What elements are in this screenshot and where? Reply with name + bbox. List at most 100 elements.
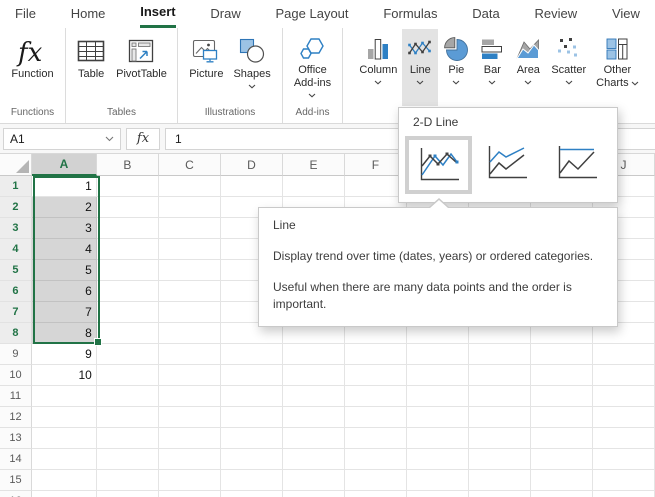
cell-G16[interactable] [407,491,469,497]
cell-E11[interactable] [283,386,345,407]
tab-draw[interactable]: Draw [210,0,240,28]
cell-A10[interactable]: 10 [32,365,97,386]
cell-A9[interactable]: 9 [32,344,97,365]
cell-D15[interactable] [221,470,283,491]
cell-A1[interactable]: 1 [32,176,97,197]
row-header-3[interactable]: 3 [0,218,32,239]
cell-C13[interactable] [159,428,221,449]
row-header-9[interactable]: 9 [0,344,32,365]
cell-C16[interactable] [159,491,221,497]
cell-D13[interactable] [221,428,283,449]
cell-D1[interactable] [221,176,283,197]
tab-data[interactable]: Data [472,0,499,28]
cell-I14[interactable] [531,449,593,470]
cell-E10[interactable] [283,365,345,386]
cell-A15[interactable] [32,470,97,491]
cell-G14[interactable] [407,449,469,470]
cell-B6[interactable] [97,281,159,302]
cell-B2[interactable] [97,197,159,218]
column-header-A[interactable]: A [32,154,97,176]
line-chart-option[interactable] [405,136,472,194]
cell-H9[interactable] [469,344,531,365]
cell-B1[interactable] [97,176,159,197]
row-header-10[interactable]: 10 [0,365,32,386]
pivottable-button[interactable]: PivotTable [111,29,172,106]
cell-J15[interactable] [593,470,655,491]
cell-I16[interactable] [531,491,593,497]
cell-C2[interactable] [159,197,221,218]
row-header-4[interactable]: 4 [0,239,32,260]
cell-A2[interactable]: 2 [32,197,97,218]
cell-J9[interactable] [593,344,655,365]
cell-I12[interactable] [531,407,593,428]
cell-F14[interactable] [345,449,407,470]
insert-function-button[interactable]: fx [126,128,160,150]
cell-C10[interactable] [159,365,221,386]
cell-A11[interactable] [32,386,97,407]
column-chart-button[interactable]: Column [354,29,402,106]
cell-F15[interactable] [345,470,407,491]
cell-H16[interactable] [469,491,531,497]
function-button[interactable]: fx Function [6,29,58,106]
cell-G9[interactable] [407,344,469,365]
cell-H11[interactable] [469,386,531,407]
cell-B16[interactable] [97,491,159,497]
select-all-button[interactable] [0,154,32,176]
cell-C4[interactable] [159,239,221,260]
cell-H12[interactable] [469,407,531,428]
row-header-2[interactable]: 2 [0,197,32,218]
scatter-chart-button[interactable]: Scatter [546,29,591,106]
chevron-down-icon[interactable] [105,136,114,142]
cell-E9[interactable] [283,344,345,365]
bar-chart-button[interactable]: Bar [474,29,510,106]
cell-I11[interactable] [531,386,593,407]
cell-F12[interactable] [345,407,407,428]
cell-J12[interactable] [593,407,655,428]
cell-C1[interactable] [159,176,221,197]
cell-C14[interactable] [159,449,221,470]
cell-C11[interactable] [159,386,221,407]
cell-G13[interactable] [407,428,469,449]
row-header-1[interactable]: 1 [0,176,32,197]
cell-C6[interactable] [159,281,221,302]
name-box[interactable]: A1 [3,128,121,150]
100-stacked-line-chart-option[interactable] [554,143,600,188]
column-header-E[interactable]: E [283,154,345,176]
cell-F11[interactable] [345,386,407,407]
cell-I15[interactable] [531,470,593,491]
row-header-14[interactable]: 14 [0,449,32,470]
table-button[interactable]: Table [71,29,111,106]
cell-B12[interactable] [97,407,159,428]
cell-E14[interactable] [283,449,345,470]
cell-D10[interactable] [221,365,283,386]
cell-C7[interactable] [159,302,221,323]
cell-I10[interactable] [531,365,593,386]
cell-E12[interactable] [283,407,345,428]
pie-chart-button[interactable]: Pie [438,29,474,106]
cell-B5[interactable] [97,260,159,281]
cell-G15[interactable] [407,470,469,491]
cell-A7[interactable]: 7 [32,302,97,323]
cell-D9[interactable] [221,344,283,365]
cell-G10[interactable] [407,365,469,386]
cell-A3[interactable]: 3 [32,218,97,239]
cell-G12[interactable] [407,407,469,428]
cell-D14[interactable] [221,449,283,470]
line-chart-button[interactable]: Line [402,29,438,106]
cell-B8[interactable] [97,323,159,344]
cell-H13[interactable] [469,428,531,449]
cell-A8[interactable]: 8 [32,323,97,344]
other-charts-button[interactable]: Other Charts [591,29,643,106]
cell-F10[interactable] [345,365,407,386]
cell-E13[interactable] [283,428,345,449]
cell-I9[interactable] [531,344,593,365]
area-chart-button[interactable]: Area [510,29,546,106]
row-header-13[interactable]: 13 [0,428,32,449]
cell-C8[interactable] [159,323,221,344]
cell-A13[interactable] [32,428,97,449]
row-header-15[interactable]: 15 [0,470,32,491]
cell-H15[interactable] [469,470,531,491]
cell-F13[interactable] [345,428,407,449]
row-header-12[interactable]: 12 [0,407,32,428]
shapes-button[interactable]: Shapes [228,29,275,106]
